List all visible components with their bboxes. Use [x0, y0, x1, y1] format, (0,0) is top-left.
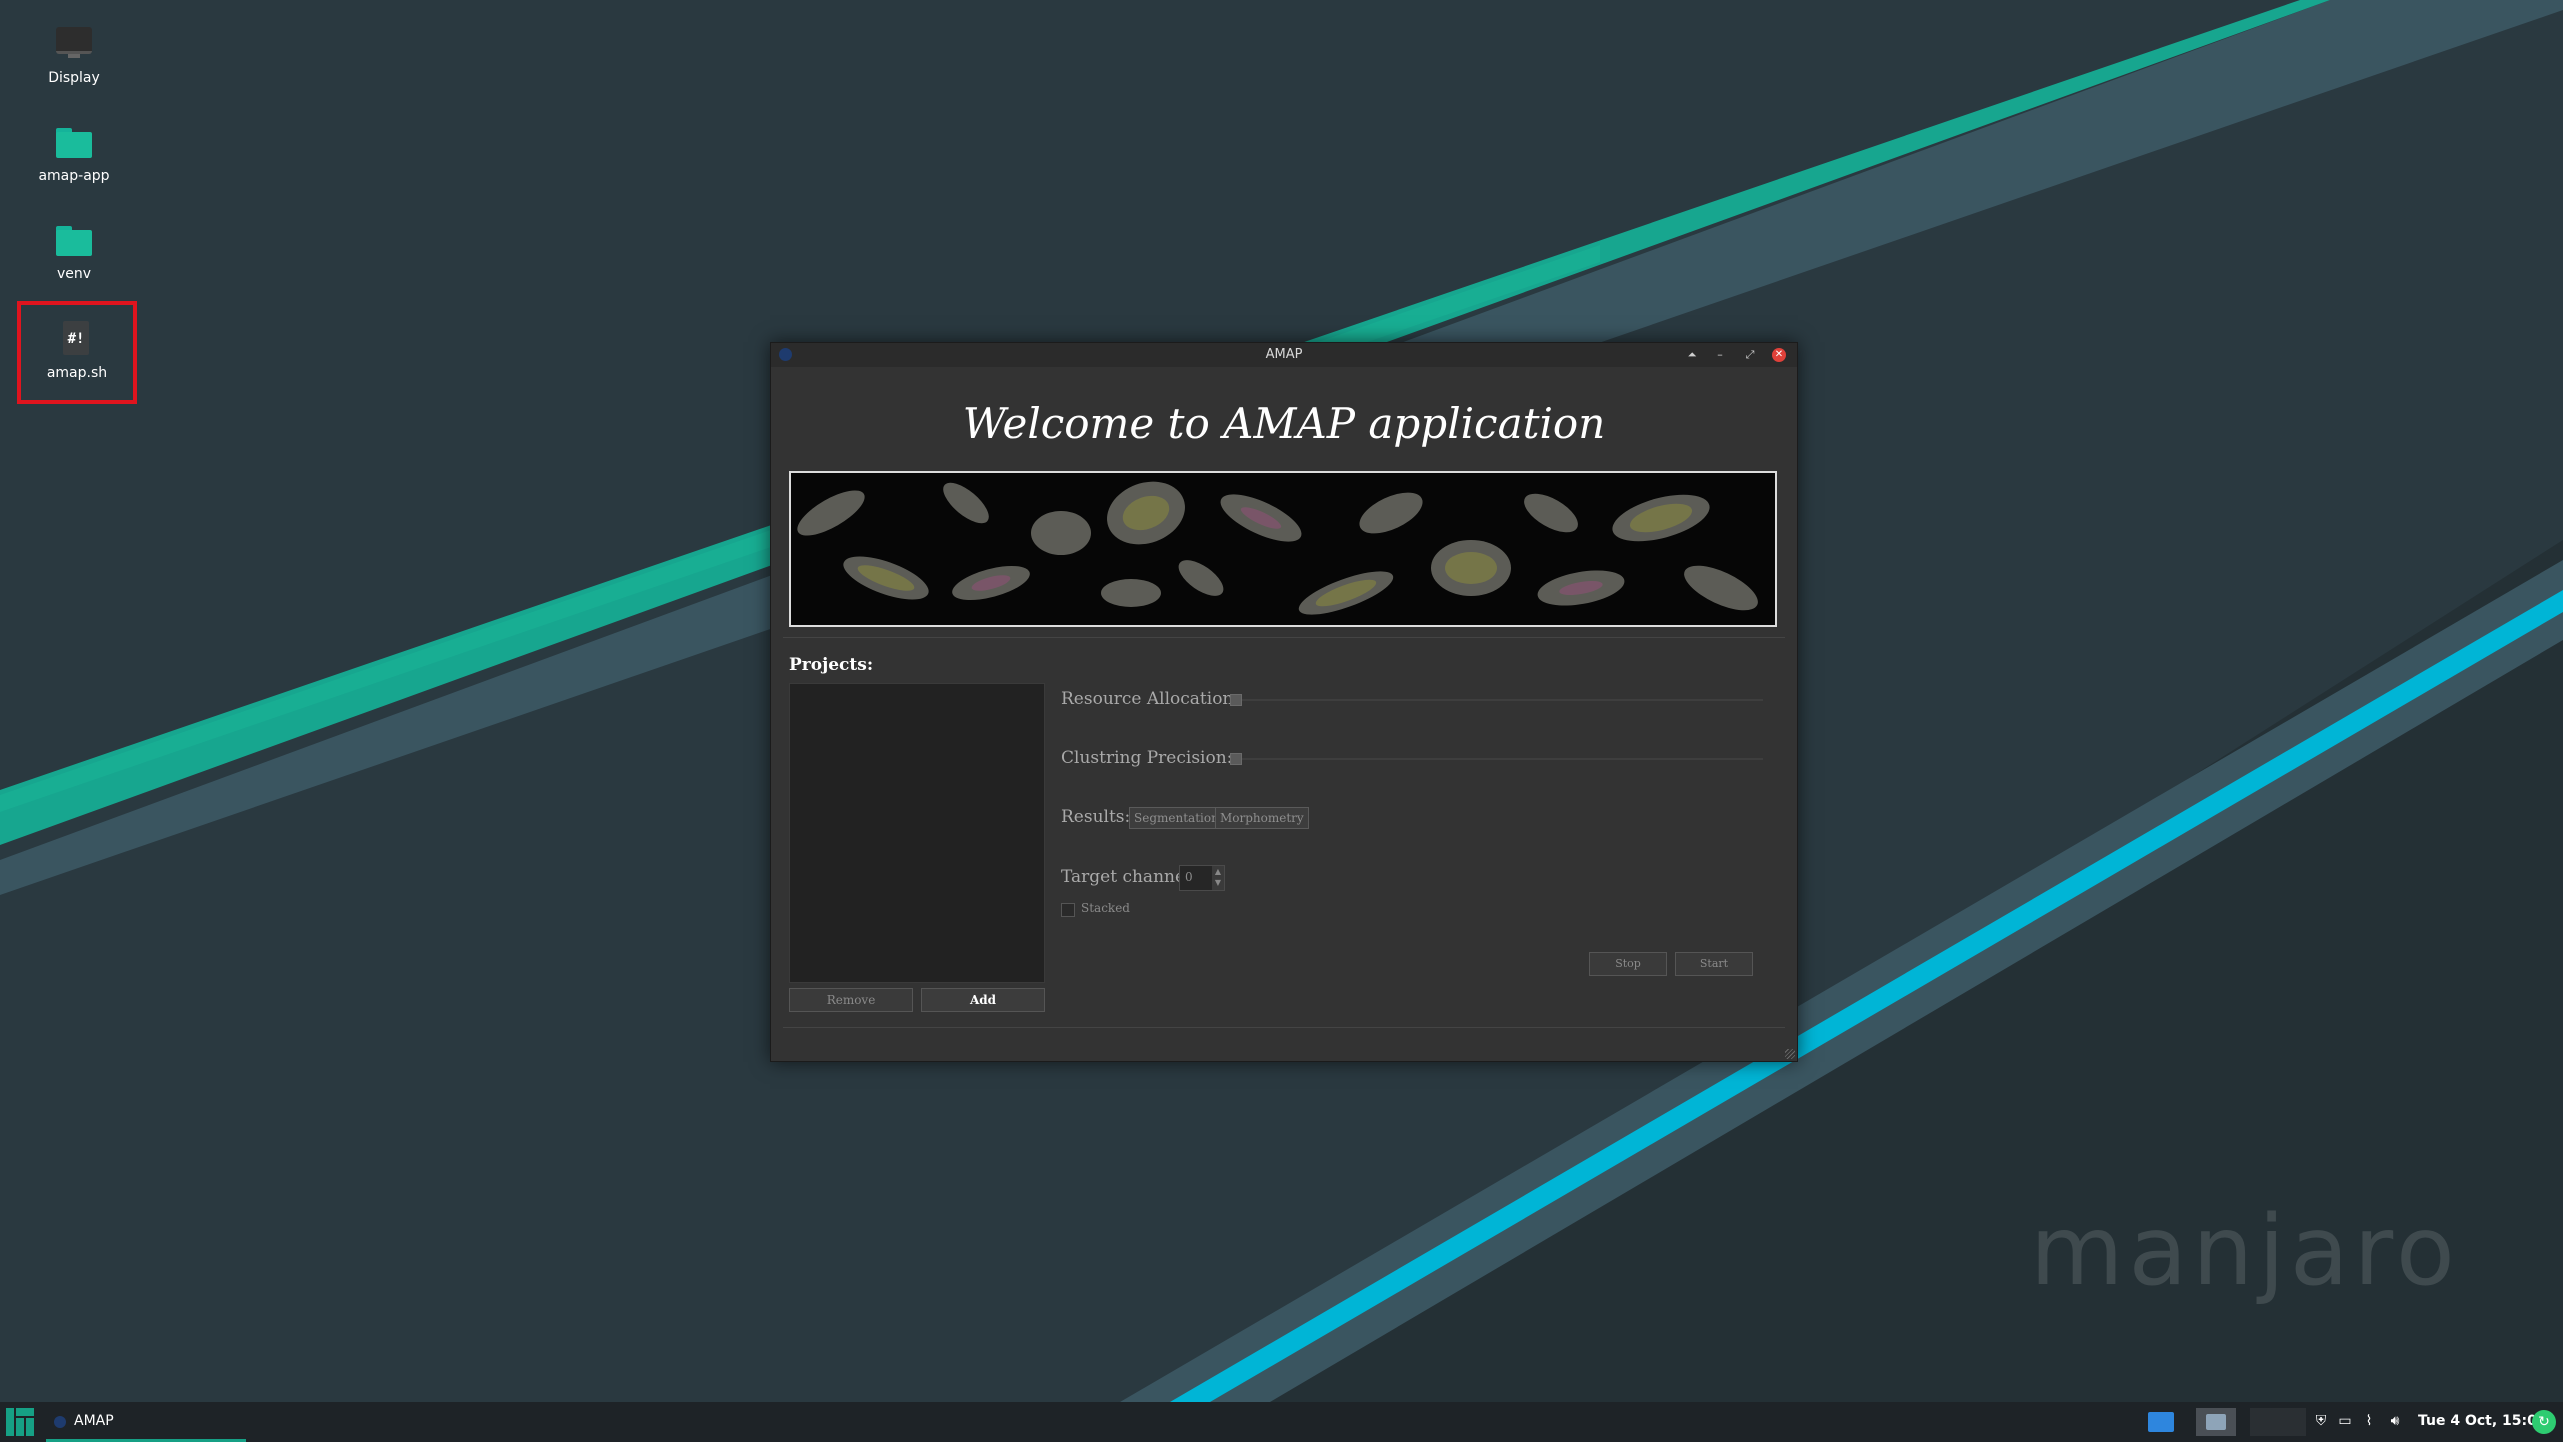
resource-allocation-slider-track[interactable] — [1233, 699, 1763, 701]
window-title: AMAP — [1265, 347, 1303, 362]
manjaro-menu-icon[interactable] — [6, 1408, 34, 1436]
clustering-precision-slider-handle[interactable] — [1230, 753, 1242, 765]
update-icon[interactable]: ↻ — [2532, 1410, 2556, 1434]
desktop-icon-label: amap-app — [38, 168, 110, 184]
stop-button[interactable]: Stop — [1589, 952, 1667, 976]
desktop-icon-amap-app[interactable]: amap-app — [19, 122, 129, 184]
taskbar-item-amap[interactable]: AMAP — [46, 1402, 246, 1442]
maximize-button[interactable]: ⤢ — [1741, 346, 1759, 364]
shield-icon[interactable]: ⛨ — [2312, 1412, 2330, 1430]
taskbar: AMAP ⛨ ▭ ⌇ 🔊︎ Tue 4 Oct, 15:04 ↻ — [0, 1402, 2563, 1442]
clock[interactable]: Tue 4 Oct, 15:04 — [2418, 1413, 2547, 1429]
desktop-icon-label: venv — [56, 266, 92, 282]
workspace-3[interactable] — [2250, 1408, 2306, 1436]
target-channel-spinbox[interactable]: 0 ▲ ▼ — [1179, 865, 1225, 891]
segmentation-button[interactable]: Segmentation — [1129, 807, 1224, 829]
banner-image — [789, 471, 1777, 627]
projects-label: Projects: — [789, 655, 874, 675]
close-button[interactable]: ✕ — [1772, 348, 1786, 362]
desktop-icon-label: amap.sh — [46, 365, 108, 381]
target-channel-value: 0 — [1185, 870, 1193, 884]
stacked-checkbox[interactable] — [1061, 903, 1075, 917]
desktop-icon-display[interactable]: Display — [19, 24, 129, 86]
projects-list[interactable] — [789, 683, 1045, 983]
desktop-icon-amap-sh[interactable]: #! amap.sh — [17, 301, 137, 404]
clustering-precision-slider-track[interactable] — [1233, 758, 1763, 760]
resource-allocation-label: Resource Allocation: — [1061, 689, 1240, 709]
manjaro-watermark: manjaro — [2030, 1195, 2460, 1307]
add-project-button[interactable]: Add — [921, 988, 1045, 1012]
morphometry-button[interactable]: Morphometry — [1215, 807, 1309, 829]
separator — [783, 1027, 1785, 1028]
resource-allocation-slider-handle[interactable] — [1230, 694, 1242, 706]
target-channel-label: Target channel — [1061, 867, 1191, 887]
desktop-icon-label: Display — [48, 70, 100, 86]
clustering-precision-label: Clustring Precision: — [1061, 748, 1233, 768]
desktop-icon-venv[interactable]: venv — [19, 220, 129, 282]
stacked-label: Stacked — [1081, 901, 1130, 915]
monitor-icon — [54, 24, 94, 64]
window-titlebar[interactable]: AMAP ⏶ – ⤢ ✕ — [771, 343, 1797, 367]
keep-above-button[interactable]: ⏶ — [1683, 346, 1701, 364]
separator — [783, 637, 1785, 638]
folder-icon — [54, 122, 94, 162]
app-icon — [54, 1416, 66, 1428]
folder-icon — [54, 220, 94, 260]
workspace-1[interactable] — [2148, 1412, 2174, 1432]
paperclip-icon[interactable]: ⌇ — [2360, 1412, 2378, 1430]
welcome-heading: Welcome to AMAP application — [962, 399, 1606, 448]
desktop: manjaro Display amap-app venv #! amap.sh… — [0, 0, 2563, 1402]
start-button[interactable]: Start — [1675, 952, 1753, 976]
remove-project-button[interactable]: Remove — [789, 988, 913, 1012]
amap-window: AMAP ⏶ – ⤢ ✕ Welcome to AMAP application — [770, 342, 1798, 1062]
minimize-button[interactable]: – — [1711, 346, 1729, 364]
results-label: Results: — [1061, 807, 1131, 827]
window-icon[interactable]: ▭ — [2336, 1412, 2354, 1430]
workspace-2[interactable] — [2196, 1408, 2236, 1436]
shell-script-icon: #! — [57, 319, 97, 359]
volume-icon[interactable]: 🔊︎ — [2386, 1412, 2404, 1430]
spin-arrows-icon[interactable]: ▲ ▼ — [1212, 866, 1224, 890]
taskbar-item-label: AMAP — [74, 1413, 114, 1429]
resize-grip-icon[interactable] — [1785, 1049, 1795, 1059]
